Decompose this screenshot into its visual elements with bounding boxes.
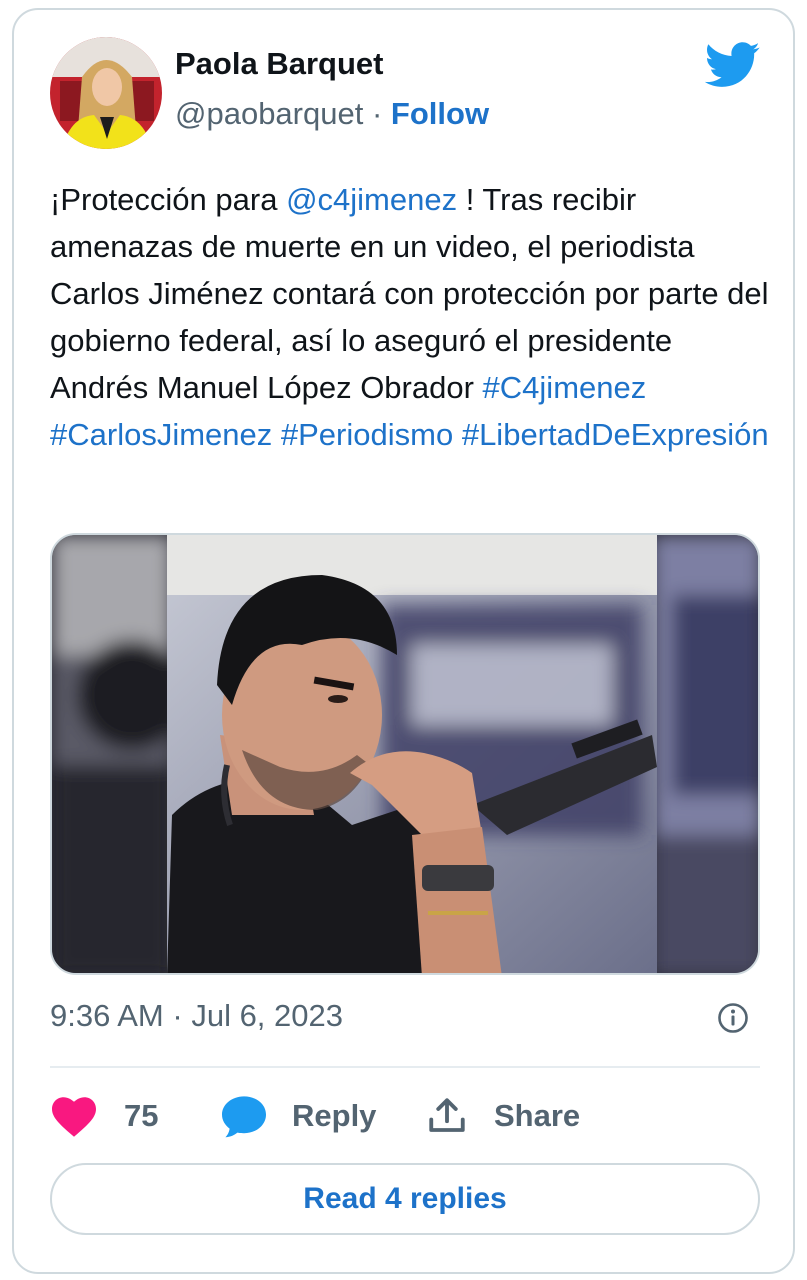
like-count: 75 [124, 1098, 159, 1133]
author-handle[interactable]: @paobarquet [175, 96, 363, 131]
share-label: Share [494, 1098, 581, 1133]
tweet-time: 9:36 AM [50, 998, 164, 1033]
tweet-media[interactable] [50, 533, 760, 975]
tweet-text-part: ¡Protección para [50, 182, 287, 217]
action-bar: 75 Reply Share [50, 1088, 760, 1144]
reply-bubble-icon [222, 1096, 266, 1138]
divider [50, 1066, 760, 1068]
author-handle-line: @paobarquet · Follow [175, 96, 489, 132]
hashtag-link[interactable]: #CarlosJimenez [50, 417, 272, 452]
avatar-photo [50, 37, 162, 149]
share-button[interactable]: Share [426, 1088, 580, 1144]
share-icon [429, 1098, 465, 1132]
info-icon[interactable] [717, 1002, 749, 1034]
author-avatar[interactable] [50, 37, 162, 149]
handle-separator: · [371, 96, 383, 131]
tweet-timestamp[interactable]: 9:36 AM · Jul 6, 2023 [50, 998, 343, 1034]
like-button[interactable]: 75 [50, 1088, 158, 1144]
hashtag-link[interactable]: #C4jimenez [483, 370, 647, 405]
photo-man-with-rifle [52, 535, 758, 973]
hashtag-link[interactable]: #Periodismo [281, 417, 453, 452]
follow-button[interactable]: Follow [391, 96, 489, 131]
author-name[interactable]: Paola Barquet [175, 46, 383, 82]
twitter-bird-icon[interactable] [704, 42, 761, 88]
reply-label: Reply [292, 1098, 377, 1133]
reply-button[interactable]: Reply [220, 1088, 376, 1144]
hashtag-link[interactable]: #LibertadDeExpresión [462, 417, 769, 452]
tweet-text: ¡Protección para @c4jimenez ! Tras recib… [50, 176, 770, 458]
read-replies-button[interactable]: Read 4 replies [50, 1163, 760, 1235]
timestamp-separator: · [172, 998, 183, 1033]
tweet-date: Jul 6, 2023 [191, 998, 343, 1033]
mention-link[interactable]: @c4jimenez [286, 182, 457, 217]
heart-icon [52, 1097, 96, 1137]
